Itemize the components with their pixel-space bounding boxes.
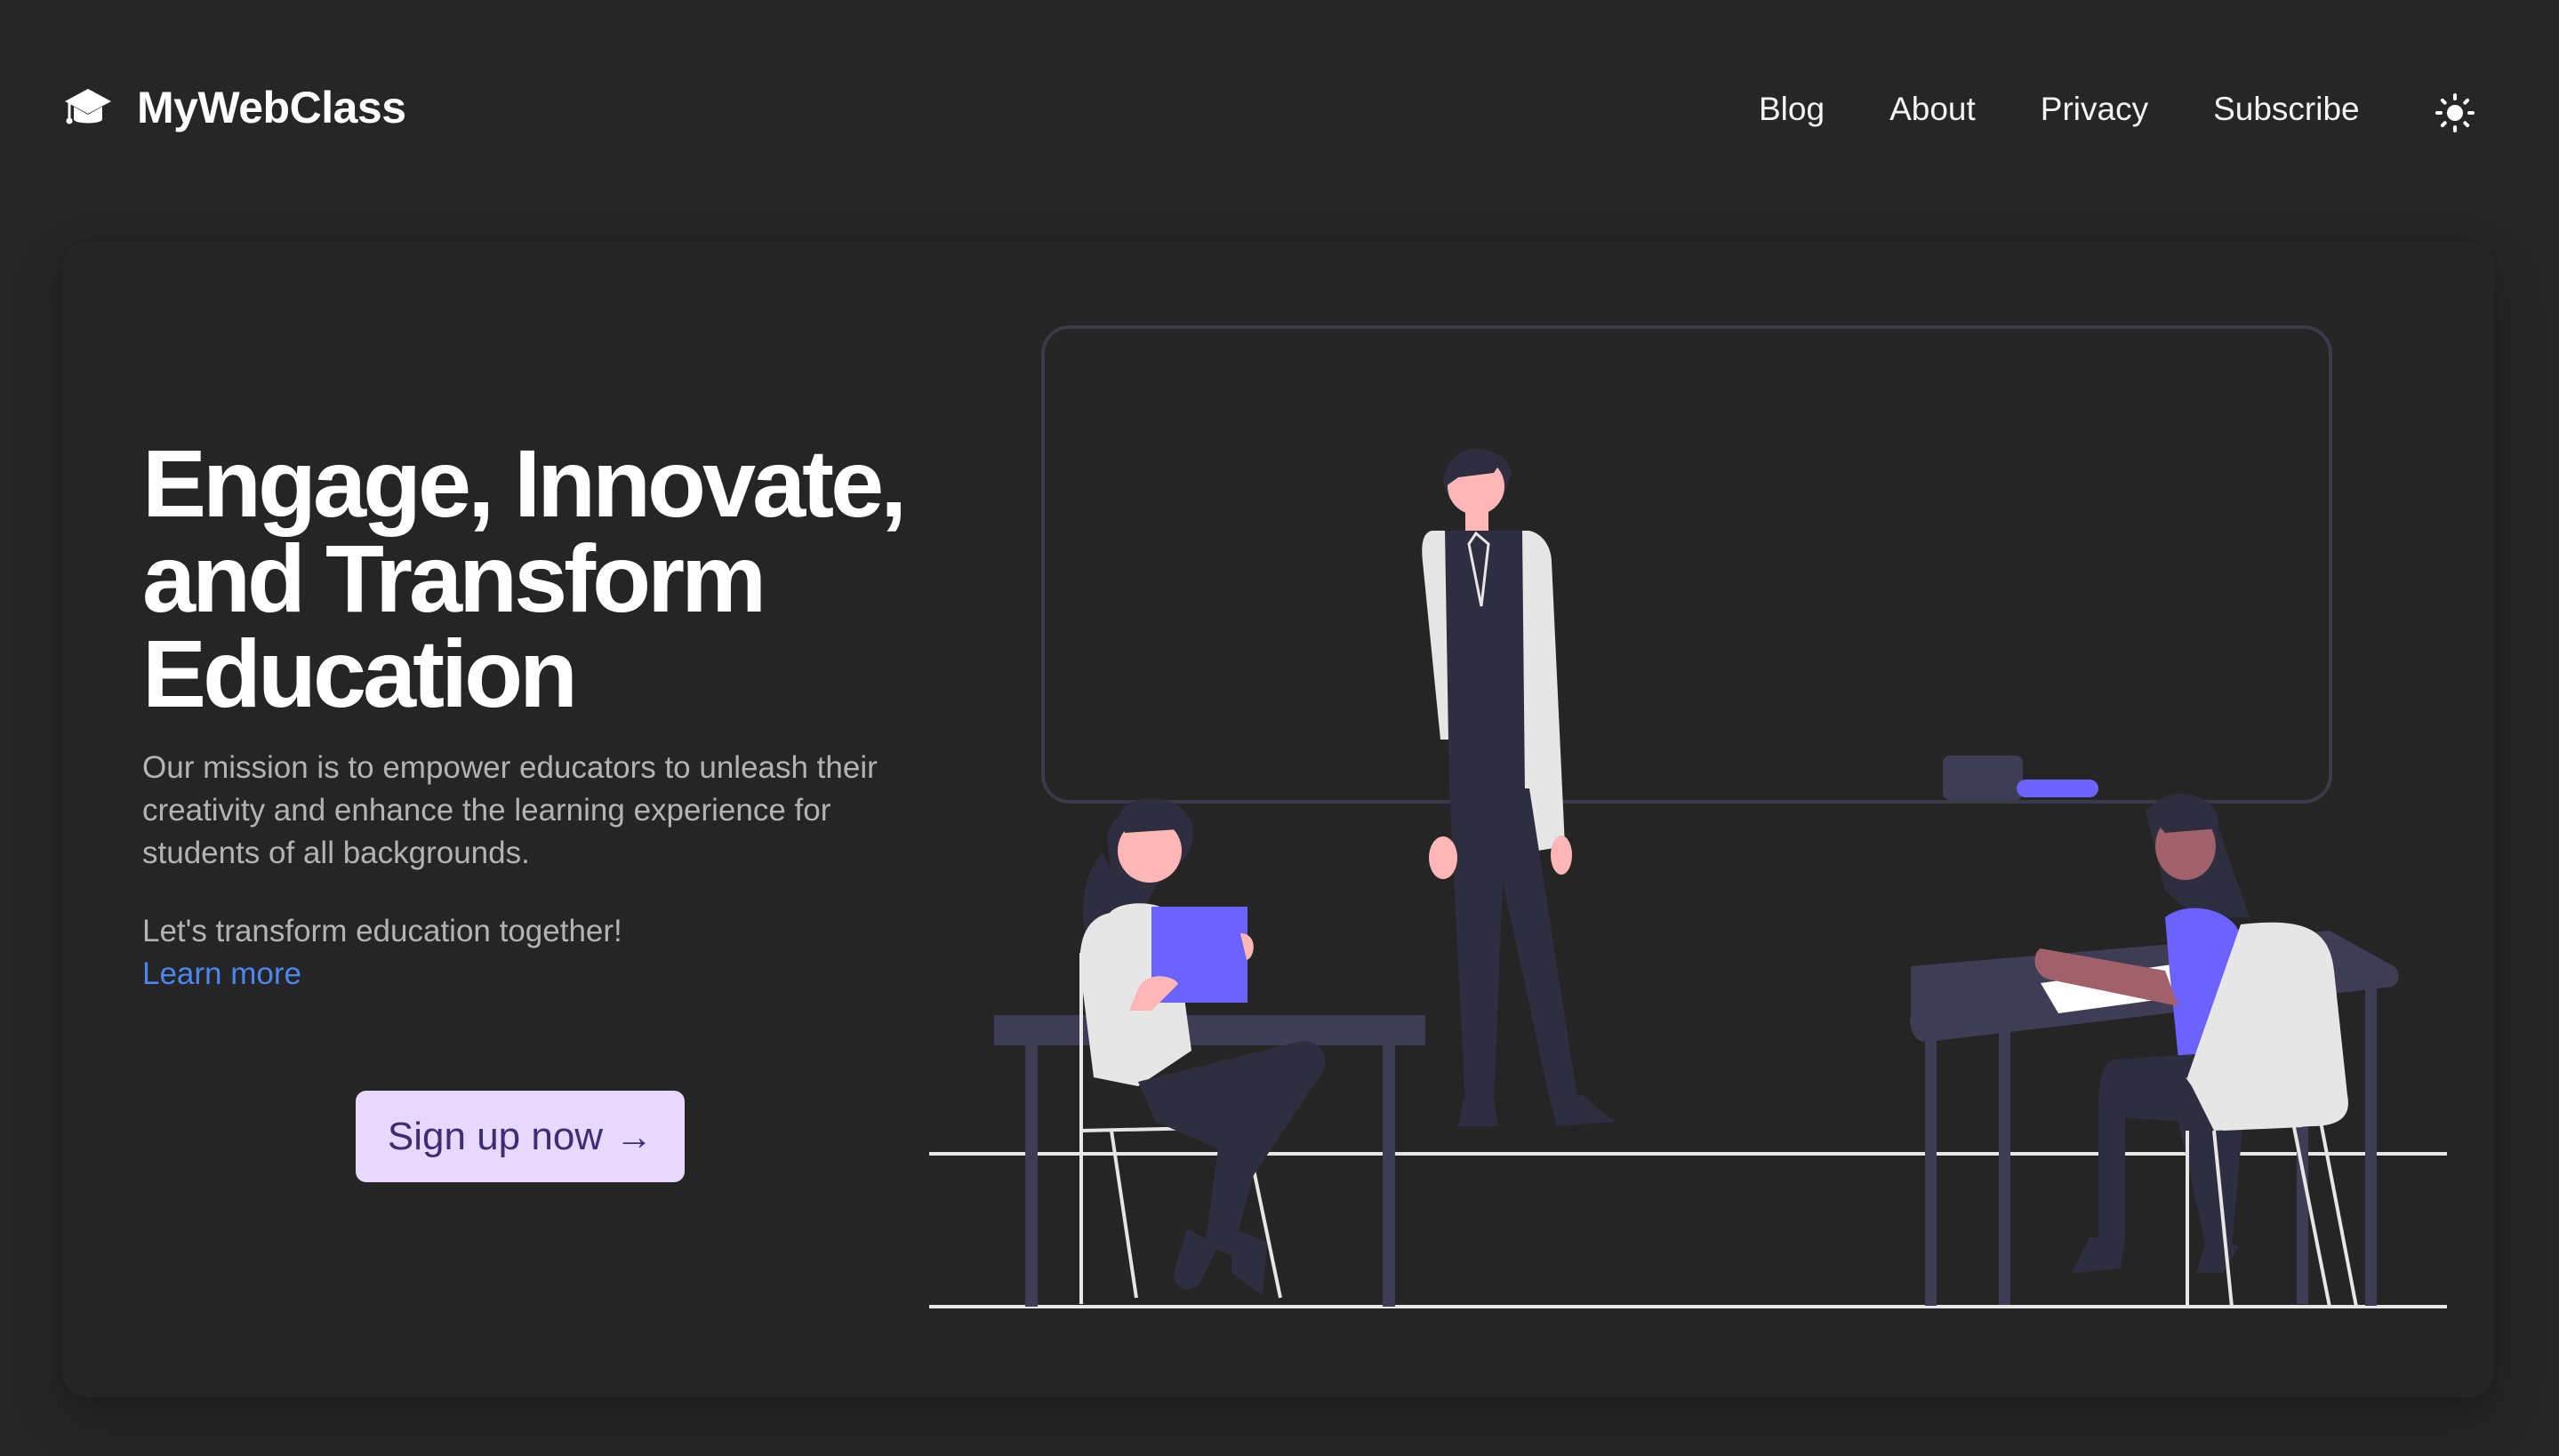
mission-text: Our mission is to empower educators to u… — [142, 750, 878, 870]
left-desk-leg-2 — [1383, 1042, 1395, 1307]
hero-section: Engage, Innovate, and Transform Educatio… — [62, 242, 2494, 1397]
hero-headline: Engage, Innovate, and Transform Educatio… — [142, 429, 907, 727]
nav-link-about[interactable]: About — [1889, 92, 1976, 125]
nav-link-subscribe[interactable]: Subscribe — [2213, 92, 2360, 125]
nav-link-privacy[interactable]: Privacy — [2041, 92, 2148, 125]
brand-link[interactable]: MyWebClass — [62, 82, 406, 133]
sun-icon — [2435, 93, 2475, 132]
arrow-right-icon: → — [615, 1115, 654, 1157]
left-student — [1079, 798, 1326, 1295]
site-header: MyWebClass Blog About Privacy Subscribe — [0, 0, 2559, 227]
theme-toggle-button[interactable] — [2435, 92, 2475, 133]
whiteboard-marker — [2017, 780, 2098, 797]
left-desk-top — [994, 1015, 1425, 1045]
whiteboard-eraser — [1943, 756, 2023, 800]
right-desk-leg-3 — [2365, 980, 2377, 1306]
sign-up-label: Sign up now — [387, 1114, 604, 1158]
left-desk-leg-1 — [1025, 1042, 1038, 1307]
graduation-cap-icon — [65, 89, 111, 124]
right-desk-leg-1 — [1925, 1020, 1937, 1306]
standing-teacher — [1422, 448, 1614, 1126]
sign-up-button[interactable]: Sign up now → — [356, 1091, 685, 1182]
together-text: Let's transform education together! — [142, 914, 622, 948]
classroom-illustration — [929, 325, 2447, 1308]
main-nav: Blog About Privacy Subscribe — [1759, 92, 2360, 125]
whiteboard — [1041, 325, 2332, 804]
right-desk-leg-2 — [1999, 1013, 2010, 1305]
nav-link-blog[interactable]: Blog — [1759, 92, 1825, 125]
learn-more-link[interactable]: Learn more — [142, 953, 301, 996]
brand-name: MyWebClass — [137, 83, 406, 132]
